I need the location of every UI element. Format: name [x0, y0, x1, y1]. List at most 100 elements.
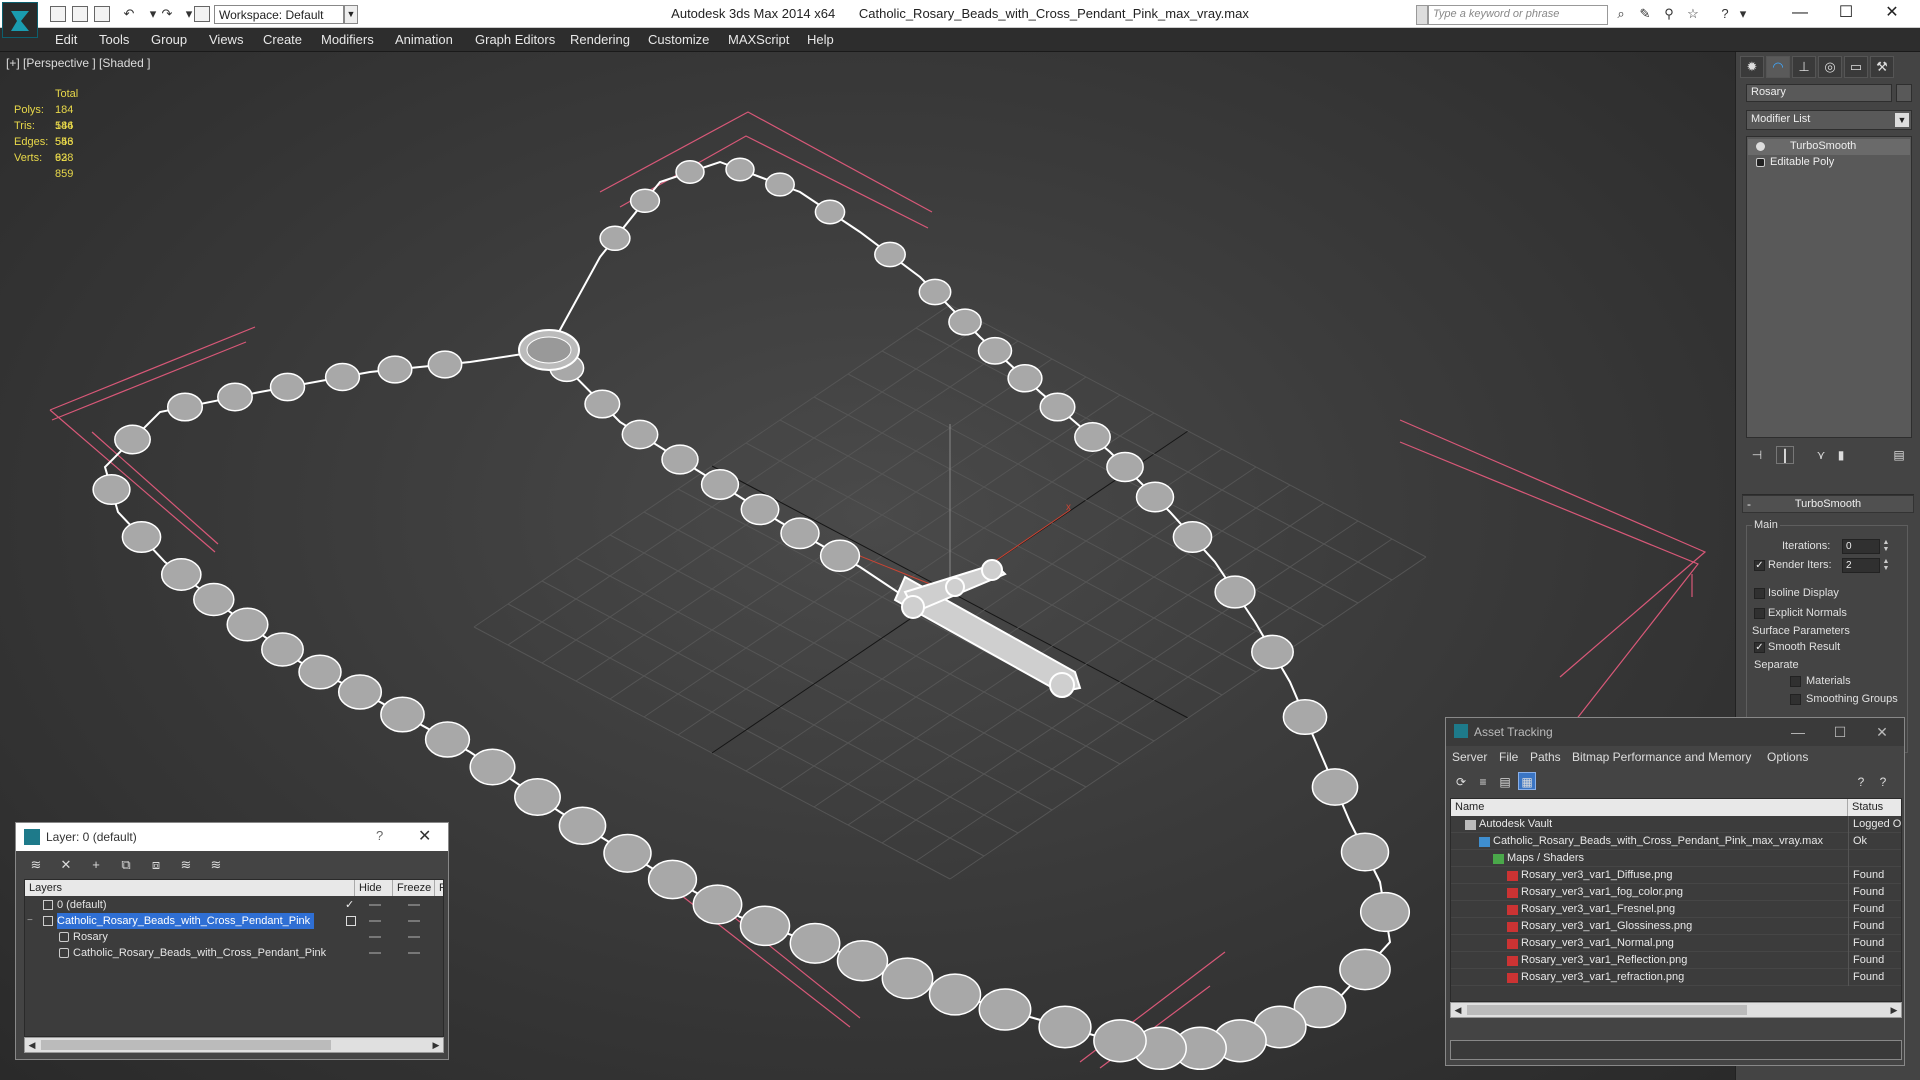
menu-rendering[interactable]: Rendering: [570, 32, 630, 47]
spinner-arrows-icon[interactable]: ▲ ▼: [1882, 558, 1890, 573]
freeze-toggle[interactable]: [408, 904, 420, 906]
layer-row[interactable]: 0 (default) ✓: [25, 897, 443, 913]
subscription-icon[interactable]: ✎: [1636, 6, 1654, 22]
iterations-spinner[interactable]: 0: [1842, 539, 1880, 554]
stack-item-turbosmooth[interactable]: TurboSmooth: [1748, 139, 1910, 155]
app-logo-button[interactable]: [2, 2, 38, 38]
layer-row[interactable]: − Catholic_Rosary_Beads_with_Cross_Penda…: [25, 913, 443, 929]
horizontal-scrollbar[interactable]: ◀ ▶: [1450, 1002, 1902, 1018]
viewport-label[interactable]: [+] [Perspective ] [Shaded ]: [6, 56, 150, 70]
search-help-icon[interactable]: ?: [1874, 772, 1892, 790]
remove-modifier-icon[interactable]: ▮: [1832, 446, 1850, 464]
help-icon[interactable]: ?: [376, 828, 383, 843]
menu-bitmap-performance[interactable]: Bitmap Performance and Memory: [1572, 750, 1751, 764]
scroll-left-icon[interactable]: ◀: [25, 1038, 39, 1052]
object-name-field[interactable]: Rosary: [1746, 84, 1892, 102]
help-icon[interactable]: ?: [1852, 772, 1870, 790]
expand-plus-icon[interactable]: [1756, 158, 1765, 167]
asset-row[interactable]: Autodesk Vault Logged Out: [1451, 816, 1901, 833]
minimize-button[interactable]: —: [1778, 2, 1822, 26]
minimize-button[interactable]: —: [1784, 721, 1812, 743]
layer-manager-titlebar[interactable]: Layer: 0 (default) ? ✕: [16, 823, 448, 851]
select-in-layer-icon[interactable]: ⧉: [116, 856, 136, 874]
asset-row[interactable]: Rosary_ver3_var1_Fresnel.png Found: [1451, 901, 1901, 918]
menu-file[interactable]: File: [1499, 750, 1518, 764]
binoculars-icon[interactable]: ⌕: [1612, 6, 1630, 22]
close-button[interactable]: ✕: [1868, 721, 1896, 743]
render-iters-checkbox[interactable]: ✓: [1754, 560, 1765, 571]
list-view-icon[interactable]: ≡: [1474, 772, 1492, 790]
delete-layer-icon[interactable]: ✕: [56, 856, 76, 874]
menu-maxscript[interactable]: MAXScript: [728, 32, 789, 47]
menu-create[interactable]: Create: [263, 32, 302, 47]
menu-views[interactable]: Views: [209, 32, 243, 47]
turbosmooth-rollout-header[interactable]: - TurboSmooth: [1742, 495, 1914, 513]
hide-toggle[interactable]: [369, 936, 381, 938]
horizontal-scrollbar[interactable]: ◀ ▶: [24, 1037, 444, 1053]
menu-edit[interactable]: Edit: [55, 32, 77, 47]
search-expand-icon[interactable]: [1416, 5, 1428, 25]
active-layer-check-icon[interactable]: ✓: [345, 897, 354, 913]
stack-item-editable-poly[interactable]: Editable Poly: [1748, 155, 1910, 171]
asset-row[interactable]: Rosary_ver3_var1_Reflection.png Found: [1451, 952, 1901, 969]
highlight-selected-icon[interactable]: ⧈: [146, 856, 166, 874]
explicit-normals-checkbox[interactable]: [1754, 608, 1765, 619]
add-to-layer-icon[interactable]: +: [86, 856, 106, 874]
layer-row[interactable]: Catholic_Rosary_Beads_with_Cross_Pendant…: [25, 945, 443, 961]
menu-help[interactable]: Help: [807, 32, 834, 47]
create-layer-icon[interactable]: ≋: [26, 856, 46, 874]
asset-row[interactable]: Rosary_ver3_var1_Diffuse.png Found: [1451, 867, 1901, 884]
help-icon[interactable]: ?: [1716, 6, 1734, 22]
menu-paths[interactable]: Paths: [1530, 750, 1561, 764]
column-header-render[interactable]: R: [435, 880, 443, 896]
configure-modifier-sets-icon[interactable]: ▤: [1890, 446, 1908, 464]
column-header-layers[interactable]: Layers: [25, 880, 355, 896]
hide-all-layers-icon[interactable]: ≋: [176, 856, 196, 874]
smoothing-groups-checkbox[interactable]: [1790, 694, 1801, 705]
scroll-left-icon[interactable]: ◀: [1451, 1003, 1465, 1017]
create-tab-icon[interactable]: ✹: [1740, 56, 1764, 78]
menu-group[interactable]: Group: [151, 32, 187, 47]
table-view-icon[interactable]: ▦: [1518, 772, 1536, 790]
spinner-arrows-icon[interactable]: ▲ ▼: [1882, 539, 1890, 554]
communication-center-icon[interactable]: ⚲: [1660, 6, 1678, 22]
scrollbar-thumb[interactable]: [1467, 1005, 1747, 1015]
favorites-star-icon[interactable]: ☆: [1684, 6, 1702, 22]
hide-toggle[interactable]: [369, 920, 381, 922]
scroll-right-icon[interactable]: ▶: [1887, 1003, 1901, 1017]
maximize-button[interactable]: ☐: [1826, 721, 1854, 743]
freeze-toggle[interactable]: [408, 920, 420, 922]
display-tab-icon[interactable]: ▭: [1844, 56, 1868, 78]
scrollbar-thumb[interactable]: [41, 1040, 331, 1050]
close-icon[interactable]: ✕: [418, 826, 431, 846]
column-header-hide[interactable]: Hide: [355, 880, 393, 896]
hide-toggle[interactable]: [369, 904, 381, 906]
motion-tab-icon[interactable]: ◎: [1818, 56, 1842, 78]
hierarchy-tab-icon[interactable]: ⊥: [1792, 56, 1816, 78]
column-header-freeze[interactable]: Freeze: [393, 880, 435, 896]
menu-modifiers[interactable]: Modifiers: [321, 32, 374, 47]
show-end-result-icon[interactable]: ┃: [1776, 446, 1794, 464]
asset-row[interactable]: Maps / Shaders: [1451, 850, 1901, 867]
layer-row[interactable]: Rosary: [25, 929, 443, 945]
asset-row[interactable]: Catholic_Rosary_Beads_with_Cross_Pendant…: [1451, 833, 1901, 850]
hide-toggle[interactable]: [369, 952, 381, 954]
object-color-swatch[interactable]: [1896, 84, 1912, 102]
lightbulb-icon[interactable]: [1756, 142, 1765, 151]
menu-server[interactable]: Server: [1452, 750, 1487, 764]
help-dropdown-icon[interactable]: ▾: [1734, 6, 1752, 22]
close-button[interactable]: ✕: [1870, 2, 1914, 26]
freeze-all-layers-icon[interactable]: ≋: [206, 856, 226, 874]
asset-tracking-titlebar[interactable]: Asset Tracking — ☐ ✕: [1446, 718, 1904, 746]
modify-tab-icon[interactable]: ◠: [1766, 56, 1790, 78]
smooth-result-checkbox[interactable]: ✓: [1754, 642, 1765, 653]
asset-path-field[interactable]: [1450, 1040, 1902, 1060]
menu-graph-editors[interactable]: Graph Editors: [475, 32, 555, 47]
pin-stack-icon[interactable]: ⊣: [1748, 446, 1766, 464]
menu-options[interactable]: Options: [1767, 750, 1808, 764]
asset-row[interactable]: Rosary_ver3_var1_Normal.png Found: [1451, 935, 1901, 952]
asset-row[interactable]: Rosary_ver3_var1_Glossiness.png Found: [1451, 918, 1901, 935]
freeze-toggle[interactable]: [408, 936, 420, 938]
materials-checkbox[interactable]: [1790, 676, 1801, 687]
menu-tools[interactable]: Tools: [99, 32, 129, 47]
